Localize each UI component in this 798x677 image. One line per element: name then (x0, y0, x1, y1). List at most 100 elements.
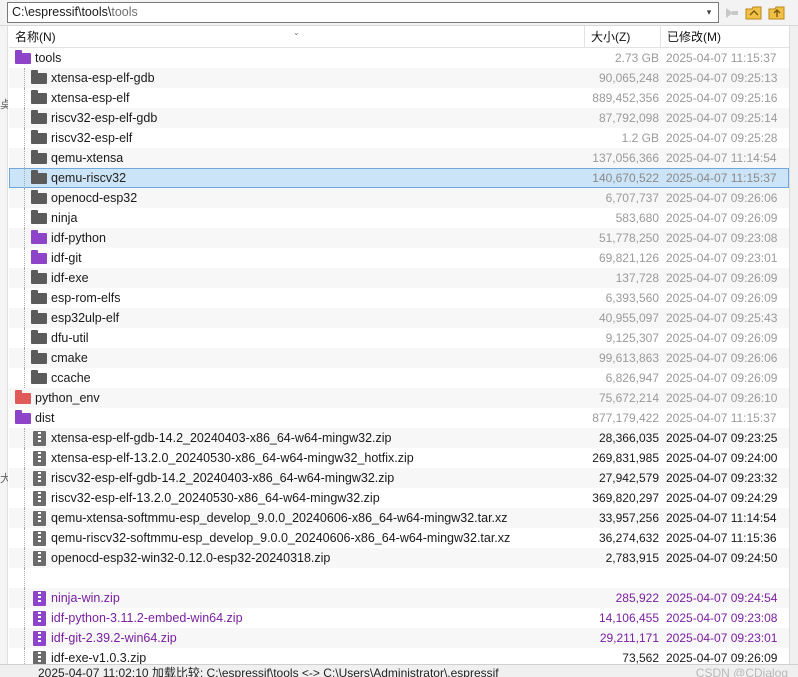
list-item[interactable]: dist 877,179,422 2025-04-07 11:15:37 (9, 408, 789, 428)
item-size: 29,211,171 (599, 631, 659, 645)
list-item[interactable]: ninja 583,680 2025-04-07 09:26:09 (9, 208, 789, 228)
item-modified: 2025-04-07 11:14:54 (666, 511, 777, 525)
list-item[interactable]: ninja-win.zip 285,922 2025-04-07 09:24:54 (9, 588, 789, 608)
archive-file-icon (31, 491, 47, 506)
path-input[interactable]: C:\espressif\tools\tools ▾ (7, 2, 719, 23)
item-size: 14,106,455 (598, 611, 659, 625)
navigate-arrow-icon[interactable] (722, 3, 742, 23)
item-size: 2.73 GB (614, 51, 659, 65)
item-size: 28,366,035 (598, 431, 659, 445)
list-item[interactable]: esp-rom-elfs 6,393,560 2025-04-07 09:26:09 (9, 288, 789, 308)
list-item[interactable]: idf-python 51,778,250 2025-04-07 09:23:08 (9, 228, 789, 248)
item-name: riscv32-esp-elf-13.2.0_20240530-x86_64-w… (51, 491, 380, 505)
item-name: ninja-win.zip (51, 591, 120, 605)
list-item[interactable]: xtensa-esp-elf-gdb-14.2_20240403-x86_64-… (9, 428, 789, 448)
list-item[interactable]: riscv32-esp-elf-gdb 87,792,098 2025-04-07 … (9, 108, 789, 128)
folder-icon (31, 210, 47, 225)
list-item[interactable]: ccache 6,826,947 2025-04-07 09:26:09 (9, 368, 789, 388)
item-name: tools (35, 51, 62, 65)
item-name: ninja (51, 211, 78, 225)
item-size: 285,922 (615, 591, 659, 605)
item-modified: 2025-04-07 09:24:29 (666, 491, 778, 505)
folder-icon (31, 110, 47, 125)
item-name: xtensa-esp-elf-gdb (51, 71, 155, 85)
column-header-name[interactable]: 名称(N) ⌄ (9, 26, 585, 48)
item-size: 2,783,915 (605, 551, 659, 565)
folder-icon (31, 350, 47, 365)
item-modified: 2025-04-07 09:23:08 (666, 611, 778, 625)
item-modified: 2025-04-07 09:26:09 (666, 291, 778, 305)
list-item[interactable]: idf-exe 137,728 2025-04-07 09:26:09 (9, 268, 789, 288)
item-name: idf-python-3.11.2-embed-win64.zip (51, 611, 243, 625)
list-item[interactable] (9, 568, 789, 588)
item-modified: 2025-04-07 09:25:14 (666, 111, 778, 125)
item-name: esp32ulp-elf (51, 311, 120, 325)
tree-indent-line (24, 428, 25, 448)
tree-indent-line (24, 348, 25, 368)
item-modified: 2025-04-07 09:24:50 (666, 551, 778, 565)
folder-icon (31, 250, 47, 265)
archive-file-icon (31, 551, 47, 566)
item-name: ccache (51, 371, 91, 385)
list-item[interactable]: xtensa-esp-elf 889,452,356 2025-04-07 09:2… (9, 88, 789, 108)
item-modified: 2025-04-07 09:26:06 (666, 191, 778, 205)
item-modified: 2025-04-07 09:23:08 (666, 231, 778, 245)
tree-indent-line (24, 588, 25, 608)
archive-file-icon (31, 451, 47, 466)
tree-indent-line (24, 188, 25, 208)
item-modified: 2025-04-07 09:25:28 (666, 131, 778, 145)
list-item[interactable]: idf-git 69,821,126 2025-04-07 09:23:01 (9, 248, 789, 268)
item-size: 99,613,863 (598, 351, 659, 365)
list-item[interactable]: qemu-riscv32 140,670,522 2025-04-07 11:15:… (9, 168, 789, 188)
list-item[interactable]: dfu-util 9,125,307 2025-04-07 09:26:09 (9, 328, 789, 348)
item-modified: 2025-04-07 09:24:54 (666, 591, 778, 605)
list-item[interactable]: openocd-esp32 6,707,737 2025-04-07 09:26:0… (9, 188, 789, 208)
tree-indent-line (24, 368, 25, 388)
item-name: openocd-esp32-win32-0.12.0-esp32-2024031… (51, 551, 331, 565)
item-size: 877,179,422 (592, 411, 659, 425)
list-item[interactable]: riscv32-esp-elf 1.2 GB 2025-04-07 09:25:28 (9, 128, 789, 148)
column-name-label: 名称(N) (15, 30, 56, 44)
list-item[interactable]: openocd-esp32-win32-0.12.0-esp32-2024031… (9, 548, 789, 568)
item-name: xtensa-esp-elf-13.2.0_20240530-x86_64-w6… (51, 451, 414, 465)
browse-folder-icon[interactable] (744, 3, 764, 23)
tree-indent-line (24, 228, 25, 248)
column-header-size[interactable]: 大小(Z) (585, 26, 661, 48)
tree-indent-line (24, 308, 25, 328)
column-header-modified[interactable]: 已修改(M) (661, 26, 789, 48)
item-size: 73,562 (622, 651, 659, 664)
list-item[interactable]: python_env 75,672,214 2025-04-07 09:26:10 (9, 388, 789, 408)
list-item[interactable]: qemu-xtensa-softmmu-esp_develop_9.0.0_20… (9, 508, 789, 528)
list-item[interactable]: qemu-riscv32-softmmu-esp_develop_9.0.0_2… (9, 528, 789, 548)
tree-indent-line (24, 568, 25, 588)
tree-indent-line (24, 468, 25, 488)
list-item[interactable]: qemu-xtensa 137,056,366 2025-04-07 11:14:5… (9, 148, 789, 168)
folder-icon (31, 310, 47, 325)
item-size: 9,125,307 (605, 331, 659, 345)
list-item[interactable]: idf-exe-v1.0.3.zip 73,562 2025-04-07 09:26… (9, 648, 789, 664)
path-dropdown-icon[interactable]: ▾ (702, 4, 716, 21)
tree-indent-line (24, 108, 25, 128)
list-item[interactable]: tools 2.73 GB 2025-04-07 11:15:37 (9, 48, 789, 68)
list-item[interactable]: riscv32-esp-elf-13.2.0_20240530-x86_64-w… (9, 488, 789, 508)
tree-indent-line (24, 508, 25, 528)
list-item[interactable]: esp32ulp-elf 40,955,097 2025-04-07 09:25:4… (9, 308, 789, 328)
list-item[interactable]: idf-python-3.11.2-embed-win64.zip 14,106,… (9, 608, 789, 628)
item-modified: 2025-04-07 11:15:37 (666, 411, 777, 425)
item-modified: 2025-04-07 09:26:09 (666, 271, 778, 285)
list-item[interactable]: riscv32-esp-elf-gdb-14.2_20240403-x86_64… (9, 468, 789, 488)
list-item[interactable]: xtensa-esp-elf-gdb 90,065,248 2025-04-07 0… (9, 68, 789, 88)
item-size: 75,672,214 (598, 391, 659, 405)
vertical-scrollbar[interactable] (789, 26, 798, 666)
archive-file-icon (31, 611, 47, 626)
item-modified: 2025-04-07 09:25:13 (666, 71, 778, 85)
list-item[interactable]: cmake 99,613,863 2025-04-07 09:26:06 (9, 348, 789, 368)
archive-file-icon (31, 651, 47, 664)
item-size: 6,826,947 (605, 371, 659, 385)
item-modified: 2025-04-07 09:25:43 (666, 311, 778, 325)
list-item[interactable]: xtensa-esp-elf-13.2.0_20240530-x86_64-w6… (9, 448, 789, 468)
list-item[interactable]: idf-git-2.39.2-win64.zip 29,211,171 2025-0… (9, 628, 789, 648)
item-name: qemu-riscv32-softmmu-esp_develop_9.0.0_2… (51, 531, 511, 545)
parent-folder-icon[interactable] (767, 3, 787, 23)
item-size: 140,670,522 (592, 171, 659, 185)
